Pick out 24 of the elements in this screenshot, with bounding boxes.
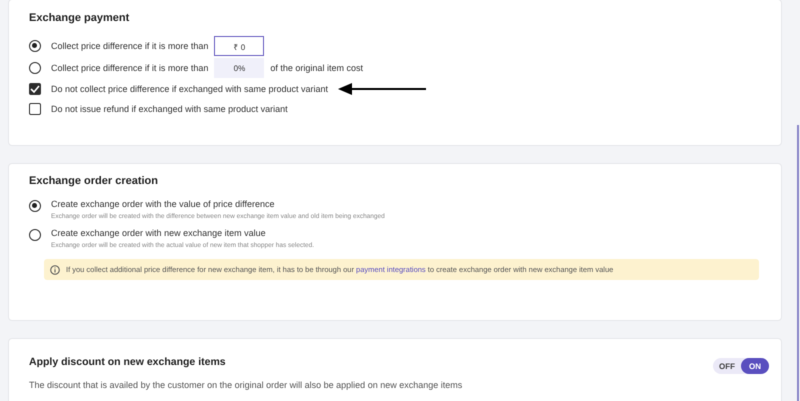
option-label: of the original item cost (270, 63, 363, 73)
radio-button[interactable] (29, 40, 41, 52)
option-label: Create exchange order with new exchange item value (51, 228, 267, 238)
toggle-option[interactable]: ON (741, 358, 769, 374)
section-title: Exchange payment (29, 12, 130, 24)
toggle-option[interactable]: OFF (713, 358, 741, 374)
scrollbar[interactable] (797, 125, 799, 401)
radio-button[interactable] (29, 229, 41, 241)
section-description: The discount that is availed by the customer on the original order will also be applied on new exchange items (29, 380, 462, 390)
option-label: Do not collect price difference if exchanged with same product variant (51, 84, 328, 94)
checkbox[interactable] (29, 83, 41, 95)
section-title: Exchange order creation (29, 175, 159, 187)
option-label: Collect price difference if it is more than (51, 41, 208, 51)
arrow-icon (338, 83, 426, 95)
section-title: Apply discount on new exchange items (29, 356, 227, 368)
radio-button[interactable] (29, 62, 41, 74)
info-icon (50, 264, 60, 274)
input-field[interactable]: ₹ 0 (214, 36, 264, 56)
option-label: Do not issue refund if exchanged with same product variant (51, 104, 288, 114)
option-label: Create exchange order with the value of price difference (51, 199, 276, 209)
radio-button[interactable] (29, 200, 41, 212)
option-label: Collect price difference if it is more than (51, 63, 208, 73)
input-field[interactable]: 0% (214, 58, 264, 78)
checkbox[interactable] (29, 103, 41, 115)
